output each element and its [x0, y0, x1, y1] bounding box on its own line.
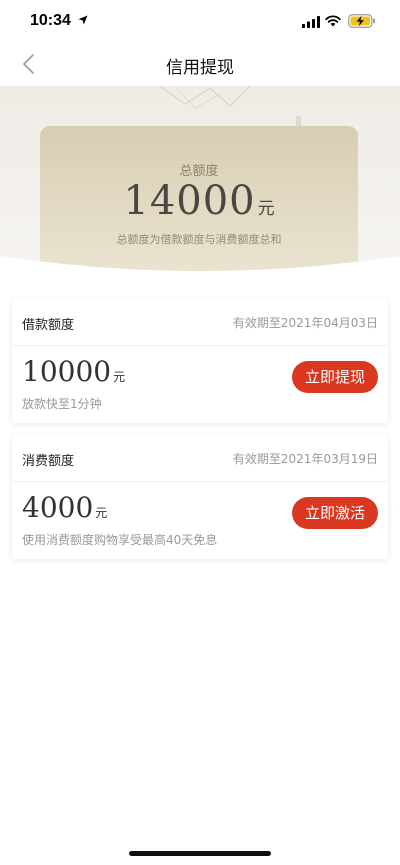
total-quota-banner: 总额度 14000 元 总额度为借款额度与消费额度总和	[0, 86, 400, 286]
wifi-icon	[325, 15, 341, 27]
loan-quota-card: 借款额度 有效期至2021年04月03日 10000 元 放款快至1分钟 立即提现	[12, 299, 388, 423]
consumption-quota-note: 使用消费额度购物享受最高40天免息	[22, 533, 218, 547]
loan-quota-validity: 有效期至2021年04月03日	[232, 316, 378, 330]
home-indicator[interactable]	[129, 851, 271, 856]
loan-quota-note: 放款快至1分钟	[22, 397, 102, 411]
page-title: 信用提现	[166, 58, 234, 78]
loan-quota-header: 借款额度 有效期至2021年04月03日	[12, 299, 388, 346]
total-quota-amount: 14000	[123, 178, 256, 224]
withdraw-now-button[interactable]: 立即提现	[292, 361, 378, 393]
total-quota-label: 总额度	[179, 164, 219, 179]
consumption-quota-unit: 元	[95, 506, 108, 520]
consumption-quota-header: 消费额度 有效期至2021年03月19日	[12, 435, 388, 482]
total-quota-amount-row: 14000 元	[40, 178, 358, 224]
consumption-quota-validity: 有效期至2021年03月19日	[232, 452, 378, 466]
consumption-quota-card: 消费额度 有效期至2021年03月19日 4000 元 使用消费额度购物享受最高4…	[12, 435, 388, 559]
loan-quota-title: 借款额度	[22, 318, 75, 333]
activate-now-button[interactable]: 立即激活	[292, 497, 378, 529]
total-quota-description: 总额度为借款额度与消费额度总和	[116, 233, 282, 246]
consumption-quota-title: 消费额度	[22, 454, 75, 469]
status-time: 10:34	[30, 12, 71, 29]
consumption-quota-amount: 4000	[22, 491, 94, 524]
consumption-quota-amount-row: 4000 元	[22, 491, 107, 524]
loan-quota-amount: 10000	[22, 355, 112, 388]
battery-charging-icon	[348, 14, 375, 28]
cellular-signal-icon	[302, 16, 320, 28]
total-quota-unit: 元	[257, 199, 275, 219]
nav-bar: 信用提现	[0, 44, 400, 86]
location-arrow-icon	[78, 15, 88, 25]
loan-quota-amount-row: 10000 元	[22, 355, 125, 388]
loan-quota-unit: 元	[113, 370, 126, 384]
status-bar: 10:34	[0, 0, 400, 44]
